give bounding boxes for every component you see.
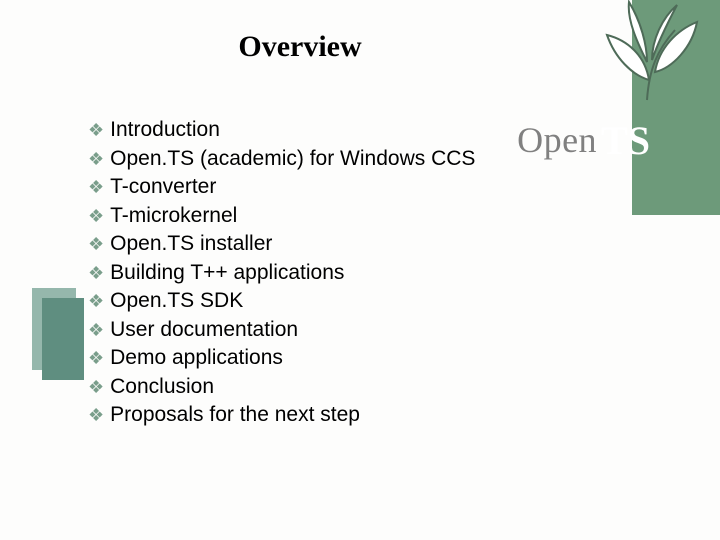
brand-sidebar	[632, 0, 720, 215]
list-item-label: Introduction	[110, 116, 220, 145]
list-item-label: Conclusion	[110, 373, 214, 402]
slide-title: Overview	[0, 30, 600, 64]
diamond-bullet-icon: ❖	[88, 259, 104, 288]
diamond-bullet-icon: ❖	[88, 173, 104, 202]
diamond-bullet-icon: ❖	[88, 316, 104, 345]
list-item-label: T-microkernel	[110, 202, 237, 231]
list-item-label: Demo applications	[110, 344, 283, 373]
list-item: ❖Building T++ applications	[88, 259, 538, 288]
list-item-label: Building T++ applications	[110, 259, 344, 288]
list-item: ❖Proposals for the next step	[88, 401, 538, 430]
list-item: ❖Conclusion	[88, 373, 538, 402]
list-item-label: Proposals for the next step	[110, 401, 360, 430]
list-item: ❖Introduction	[88, 116, 538, 145]
diamond-bullet-icon: ❖	[88, 230, 104, 259]
list-item-label: Open.TS (academic) for Windows CCS	[110, 145, 475, 174]
list-item-label: User documentation	[110, 316, 298, 345]
list-item: ❖T-converter	[88, 173, 538, 202]
diamond-bullet-icon: ❖	[88, 401, 104, 430]
list-item-label: Open.TS SDK	[110, 287, 243, 316]
logo-ts-text: TS	[601, 117, 650, 164]
diamond-bullet-icon: ❖	[88, 145, 104, 174]
list-item: ❖Demo applications	[88, 344, 538, 373]
list-item: ❖Open.TS SDK	[88, 287, 538, 316]
diamond-bullet-icon: ❖	[88, 202, 104, 231]
diamond-bullet-icon: ❖	[88, 344, 104, 373]
list-item-label: T-converter	[110, 173, 216, 202]
diamond-bullet-icon: ❖	[88, 373, 104, 402]
list-item: ❖User documentation	[88, 316, 538, 345]
flower-icon	[577, 0, 717, 105]
overview-list: ❖Introduction ❖Open.TS (academic) for Wi…	[88, 116, 538, 430]
list-item: ❖Open.TS installer	[88, 230, 538, 259]
list-item: ❖Open.TS (academic) for Windows CCS	[88, 145, 538, 174]
list-item: ❖T-microkernel	[88, 202, 538, 231]
accent-squares	[32, 288, 84, 380]
diamond-bullet-icon: ❖	[88, 287, 104, 316]
diamond-bullet-icon: ❖	[88, 116, 104, 145]
list-item-label: Open.TS installer	[110, 230, 272, 259]
